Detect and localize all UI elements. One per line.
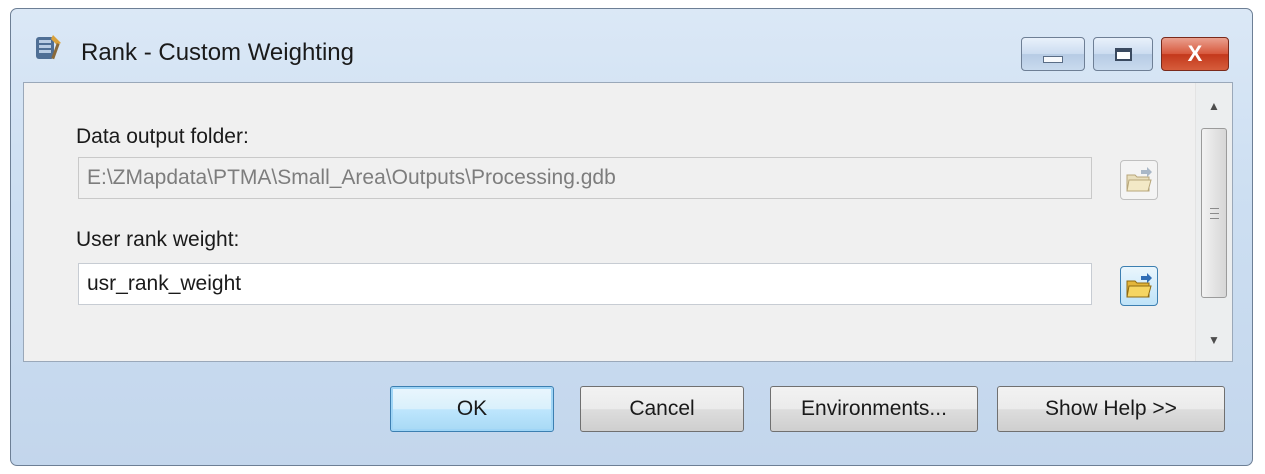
show-help-button[interactable]: Show Help >> [997, 386, 1225, 432]
close-icon: X [1187, 41, 1203, 66]
rank-weight-label: User rank weight: [76, 228, 240, 251]
cancel-button[interactable]: Cancel [580, 386, 744, 432]
rank-weight-field[interactable]: usr_rank_weight [78, 263, 1092, 305]
open-folder-icon [1126, 167, 1152, 192]
environments-button[interactable]: Environments... [770, 386, 978, 432]
minimize-button[interactable] [1021, 37, 1085, 71]
minimize-icon [1043, 55, 1063, 63]
rank-weight-browse-button[interactable] [1120, 266, 1158, 306]
output-folder-field: E:\ZMapdata\PTMA\Small_Area\Outputs\Proc… [78, 157, 1092, 199]
toolbox-tool-icon [36, 35, 61, 60]
output-folder-browse-button [1120, 160, 1158, 200]
maximize-icon [1114, 47, 1132, 61]
grip-icon [1209, 207, 1219, 219]
scroll-down-arrow[interactable]: ▼ [1196, 323, 1232, 357]
dialog-window: Rank - Custom Weighting X Data output fo… [10, 8, 1253, 466]
title-bar[interactable]: Rank - Custom Weighting X [11, 9, 1252, 85]
vertical-scrollbar[interactable]: ▲ ▼ [1195, 83, 1232, 361]
ok-button[interactable]: OK [390, 386, 554, 432]
parameters-panel: Data output folder: E:\ZMapdata\PTMA\Sma… [23, 82, 1233, 362]
open-folder-icon [1126, 273, 1152, 298]
maximize-button[interactable] [1093, 37, 1153, 71]
close-button[interactable]: X [1161, 37, 1229, 71]
output-folder-label: Data output folder: [76, 125, 249, 148]
scroll-up-arrow[interactable]: ▲ [1196, 89, 1232, 123]
window-title: Rank - Custom Weighting [81, 39, 354, 66]
scrollbar-thumb[interactable] [1201, 128, 1227, 298]
